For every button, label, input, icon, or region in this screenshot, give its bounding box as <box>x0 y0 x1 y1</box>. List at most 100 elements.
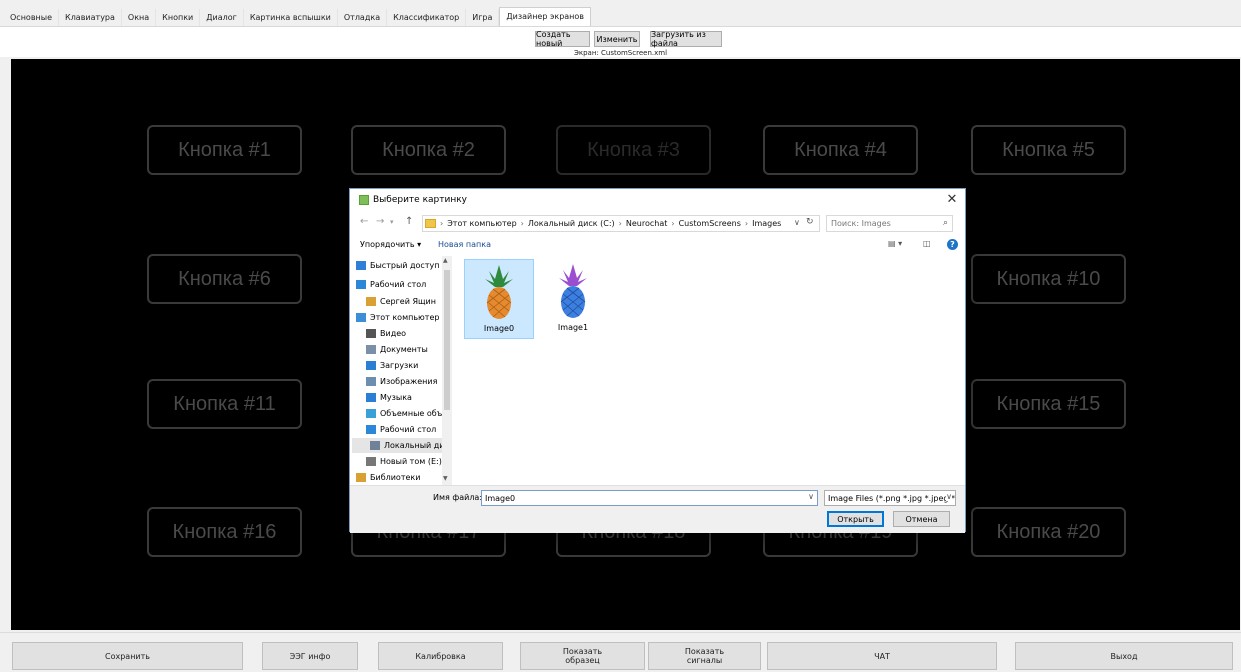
close-icon[interactable]: ✕ <box>945 192 959 207</box>
computer-icon <box>356 313 366 322</box>
chevron-down-icon[interactable]: ∨ <box>946 492 952 501</box>
organize-menu[interactable]: Упорядочить ▾ <box>360 240 421 249</box>
nav-item[interactable]: Объемные объекты <box>366 406 452 421</box>
file-item-image0[interactable]: Image0 <box>464 259 534 339</box>
tab-main[interactable]: Основные <box>4 9 60 26</box>
recent-locations-icon[interactable]: ▾ <box>390 218 394 226</box>
canvas-button-4[interactable]: Кнопка #4 <box>763 125 918 175</box>
file-item-image1[interactable]: Image1 <box>538 259 608 339</box>
show-sample-button[interactable]: Показать образец <box>520 642 645 670</box>
open-image-dialog: Выберите картинку ✕ ← → ▾ ↑ › Этот компь… <box>349 188 966 533</box>
local-disk-icon <box>370 441 380 450</box>
save-button[interactable]: Сохранить <box>12 642 243 670</box>
nav-item[interactable]: Сергей Ящин <box>366 294 452 309</box>
calibration-button[interactable]: Калибровка <box>378 642 503 670</box>
back-icon[interactable]: ← <box>360 216 368 227</box>
exit-button[interactable]: Выход <box>1015 642 1233 670</box>
nav-item[interactable]: Видео <box>366 326 452 341</box>
address-row: ← → ▾ ↑ › Этот компьютер › Локальный дис… <box>350 214 965 234</box>
desktop-icon <box>356 280 366 289</box>
nav-item[interactable]: Быстрый доступ <box>356 258 450 273</box>
canvas-button-1[interactable]: Кнопка #1 <box>147 125 302 175</box>
3d-objects-icon <box>366 409 376 418</box>
tab-classifier[interactable]: Классификатор <box>387 9 467 26</box>
tab-flash-picture[interactable]: Картинка вспышки <box>244 9 338 26</box>
scroll-down-icon[interactable]: ▼ <box>443 475 448 482</box>
nav-item[interactable]: Загрузки <box>366 358 452 373</box>
filter-value: Image Files (*.png *.jpg *.jpeg * <box>828 493 955 503</box>
tab-screen-designer[interactable]: Дизайнер экранов <box>499 7 592 26</box>
canvas-button-16[interactable]: Кнопка #16 <box>147 507 302 557</box>
show-signals-button[interactable]: Показать сигналы <box>648 642 761 670</box>
nav-item[interactable]: Музыка <box>366 390 452 405</box>
new-folder-button[interactable]: Новая папка <box>438 240 491 249</box>
edit-button[interactable]: Изменить <box>594 31 640 47</box>
preview-pane-icon[interactable]: ◫ <box>923 239 931 248</box>
navigation-pane[interactable]: Быстрый доступ Рабочий стол Сергей Ящин Это… <box>352 256 452 485</box>
tab-windows[interactable]: Окна <box>122 9 157 26</box>
nav-item-label: Загрузки <box>380 361 419 370</box>
breadcrumb-neurochat[interactable]: Neurochat <box>626 219 668 228</box>
bottom-action-bar: Сохранить ЭЭГ инфо Калибровка Показать о… <box>0 632 1241 672</box>
file-type-filter[interactable]: Image Files (*.png *.jpg *.jpeg * ∨ <box>824 490 956 506</box>
tab-debug[interactable]: Отладка <box>338 9 388 26</box>
file-list-pane[interactable]: Image0 Image1 <box>454 256 963 485</box>
user-icon <box>366 297 376 306</box>
chevron-down-icon[interactable]: ∨ <box>808 492 814 501</box>
canvas-button-3[interactable]: Кнопка #3 <box>556 125 711 175</box>
forward-icon[interactable]: → <box>376 216 384 227</box>
nav-item[interactable]: Локальный диск (C:) <box>352 438 450 453</box>
nav-item-label: Новый том (E:) <box>380 457 442 466</box>
eeg-info-button[interactable]: ЭЭГ инфо <box>262 642 358 670</box>
canvas-button-10[interactable]: Кнопка #10 <box>971 254 1126 304</box>
dialog-title-bar[interactable]: Выберите картинку ✕ <box>350 189 965 211</box>
search-field[interactable]: Поиск: Images ⌕ <box>826 215 953 232</box>
address-bar[interactable]: › Этот компьютер › Локальный диск (C:) ›… <box>422 215 820 232</box>
nav-scrollbar[interactable]: ▲ ▼ <box>442 256 452 485</box>
canvas-button-5[interactable]: Кнопка #5 <box>971 125 1126 175</box>
open-button[interactable]: Открыть <box>827 511 884 527</box>
breadcrumb-this-pc[interactable]: Этот компьютер <box>447 219 516 228</box>
video-icon <box>366 329 376 338</box>
breadcrumb-images[interactable]: Images <box>752 219 781 228</box>
breadcrumb-local-disk[interactable]: Локальный диск (C:) <box>528 219 615 228</box>
nav-scroll-thumb[interactable] <box>444 270 450 410</box>
refresh-icon[interactable]: ↻ <box>806 217 814 227</box>
nav-item[interactable]: Рабочий стол <box>366 422 452 437</box>
filename-label: Имя файла: <box>433 493 483 502</box>
canvas-button-20[interactable]: Кнопка #20 <box>971 507 1126 557</box>
nav-item-label: Видео <box>380 329 407 338</box>
nav-item[interactable]: Этот компьютер <box>356 310 450 325</box>
scroll-up-icon[interactable]: ▲ <box>443 257 448 264</box>
tab-buttons[interactable]: Кнопки <box>156 9 201 26</box>
load-from-file-button[interactable]: Загрузить из файла <box>650 30 722 48</box>
help-icon[interactable]: ? <box>947 239 958 250</box>
canvas-button-2[interactable]: Кнопка #2 <box>351 125 506 175</box>
breadcrumb-customscreens[interactable]: CustomScreens <box>679 219 741 228</box>
address-dropdown-icon[interactable]: ∨ <box>794 218 800 227</box>
nav-item[interactable]: Библиотеки <box>356 470 450 485</box>
tab-keyboard[interactable]: Клавиатура <box>59 9 122 26</box>
canvas-button-6[interactable]: Кнопка #6 <box>147 254 302 304</box>
music-icon <box>366 393 376 402</box>
tab-dialog[interactable]: Диалог <box>200 9 244 26</box>
create-new-button[interactable]: Создать новый <box>535 30 590 48</box>
drive-icon <box>366 457 376 466</box>
chat-button[interactable]: ЧАТ <box>767 642 997 670</box>
tab-game[interactable]: Игра <box>466 9 500 26</box>
up-arrow-icon[interactable]: ↑ <box>405 216 413 227</box>
dialog-title: Выберите картинку <box>373 195 467 205</box>
nav-item[interactable]: Рабочий стол <box>356 277 450 292</box>
nav-item-label: Документы <box>380 345 428 354</box>
canvas-button-11[interactable]: Кнопка #11 <box>147 379 302 429</box>
nav-item[interactable]: Документы <box>366 342 452 357</box>
cancel-button[interactable]: Отмена <box>893 511 950 527</box>
desktop-icon <box>366 425 376 434</box>
nav-item-label: Этот компьютер <box>370 313 440 322</box>
view-options-icon[interactable]: ▤ ▾ <box>888 239 902 248</box>
nav-item[interactable]: Изображения <box>366 374 452 389</box>
picture-app-icon <box>359 195 369 205</box>
canvas-button-15[interactable]: Кнопка #15 <box>971 379 1126 429</box>
filename-input[interactable]: Image0 ∨ <box>481 490 818 506</box>
nav-item[interactable]: Новый том (E:) <box>366 454 452 469</box>
